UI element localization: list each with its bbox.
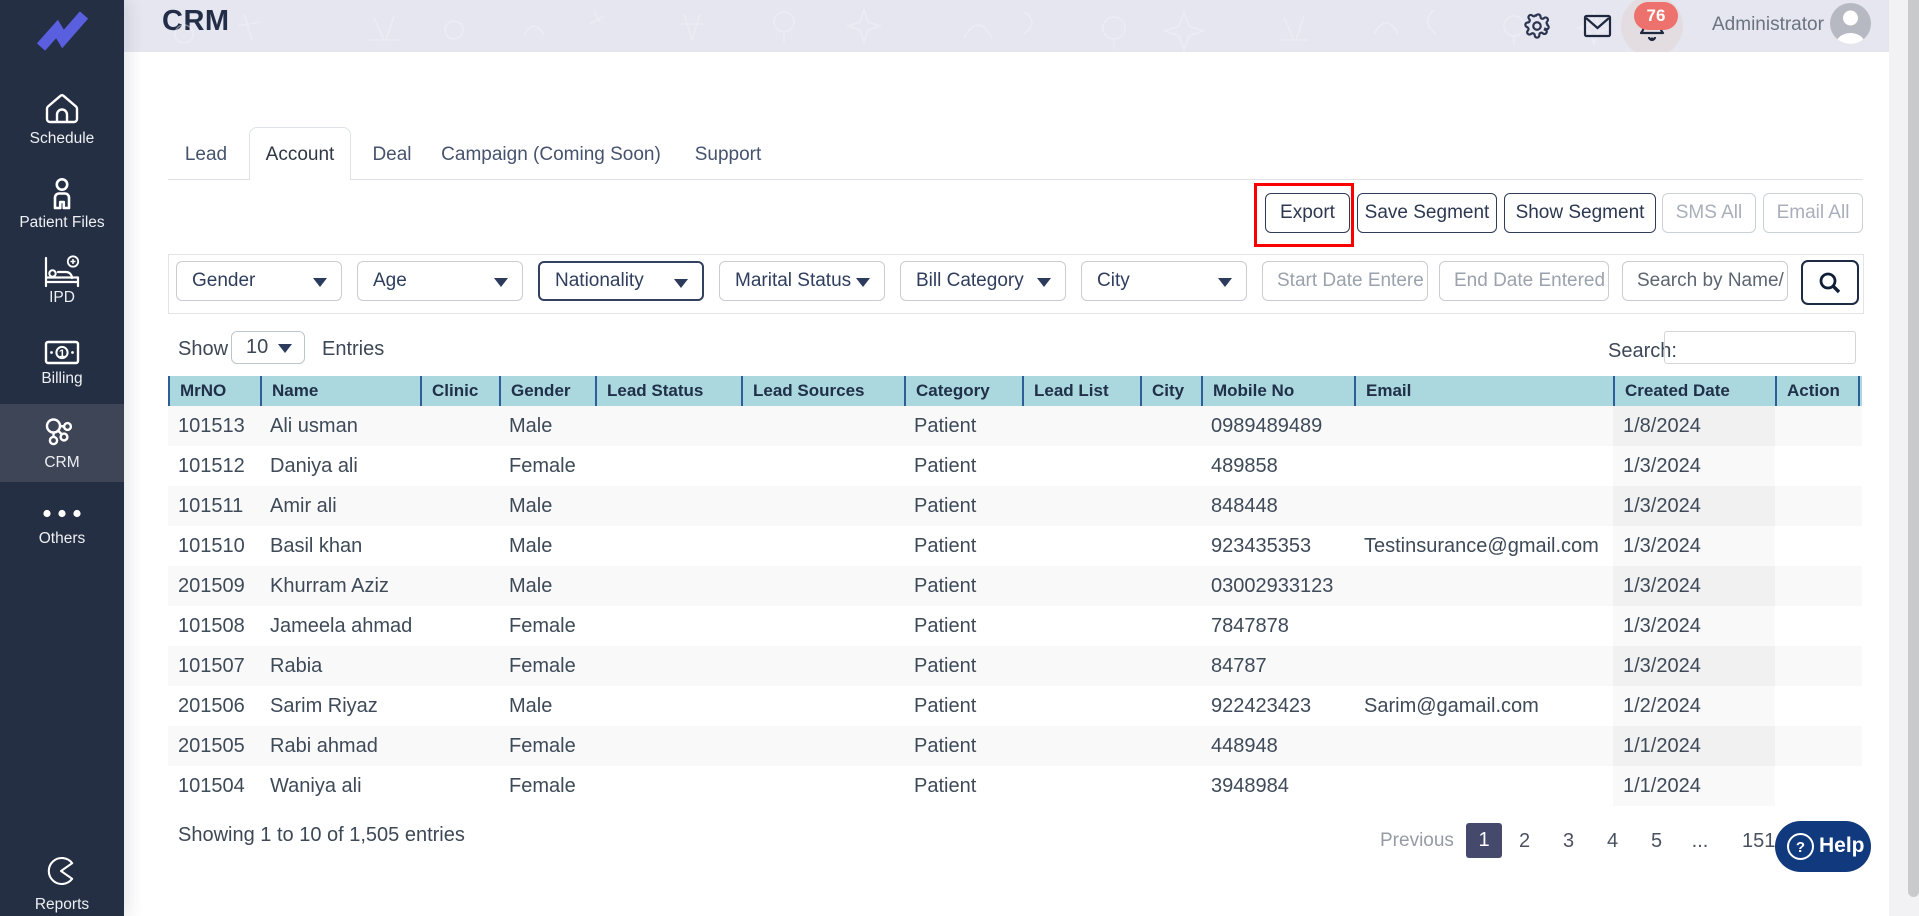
svg-text:1: 1 [59,348,65,360]
svg-text:?: ? [1796,839,1805,856]
